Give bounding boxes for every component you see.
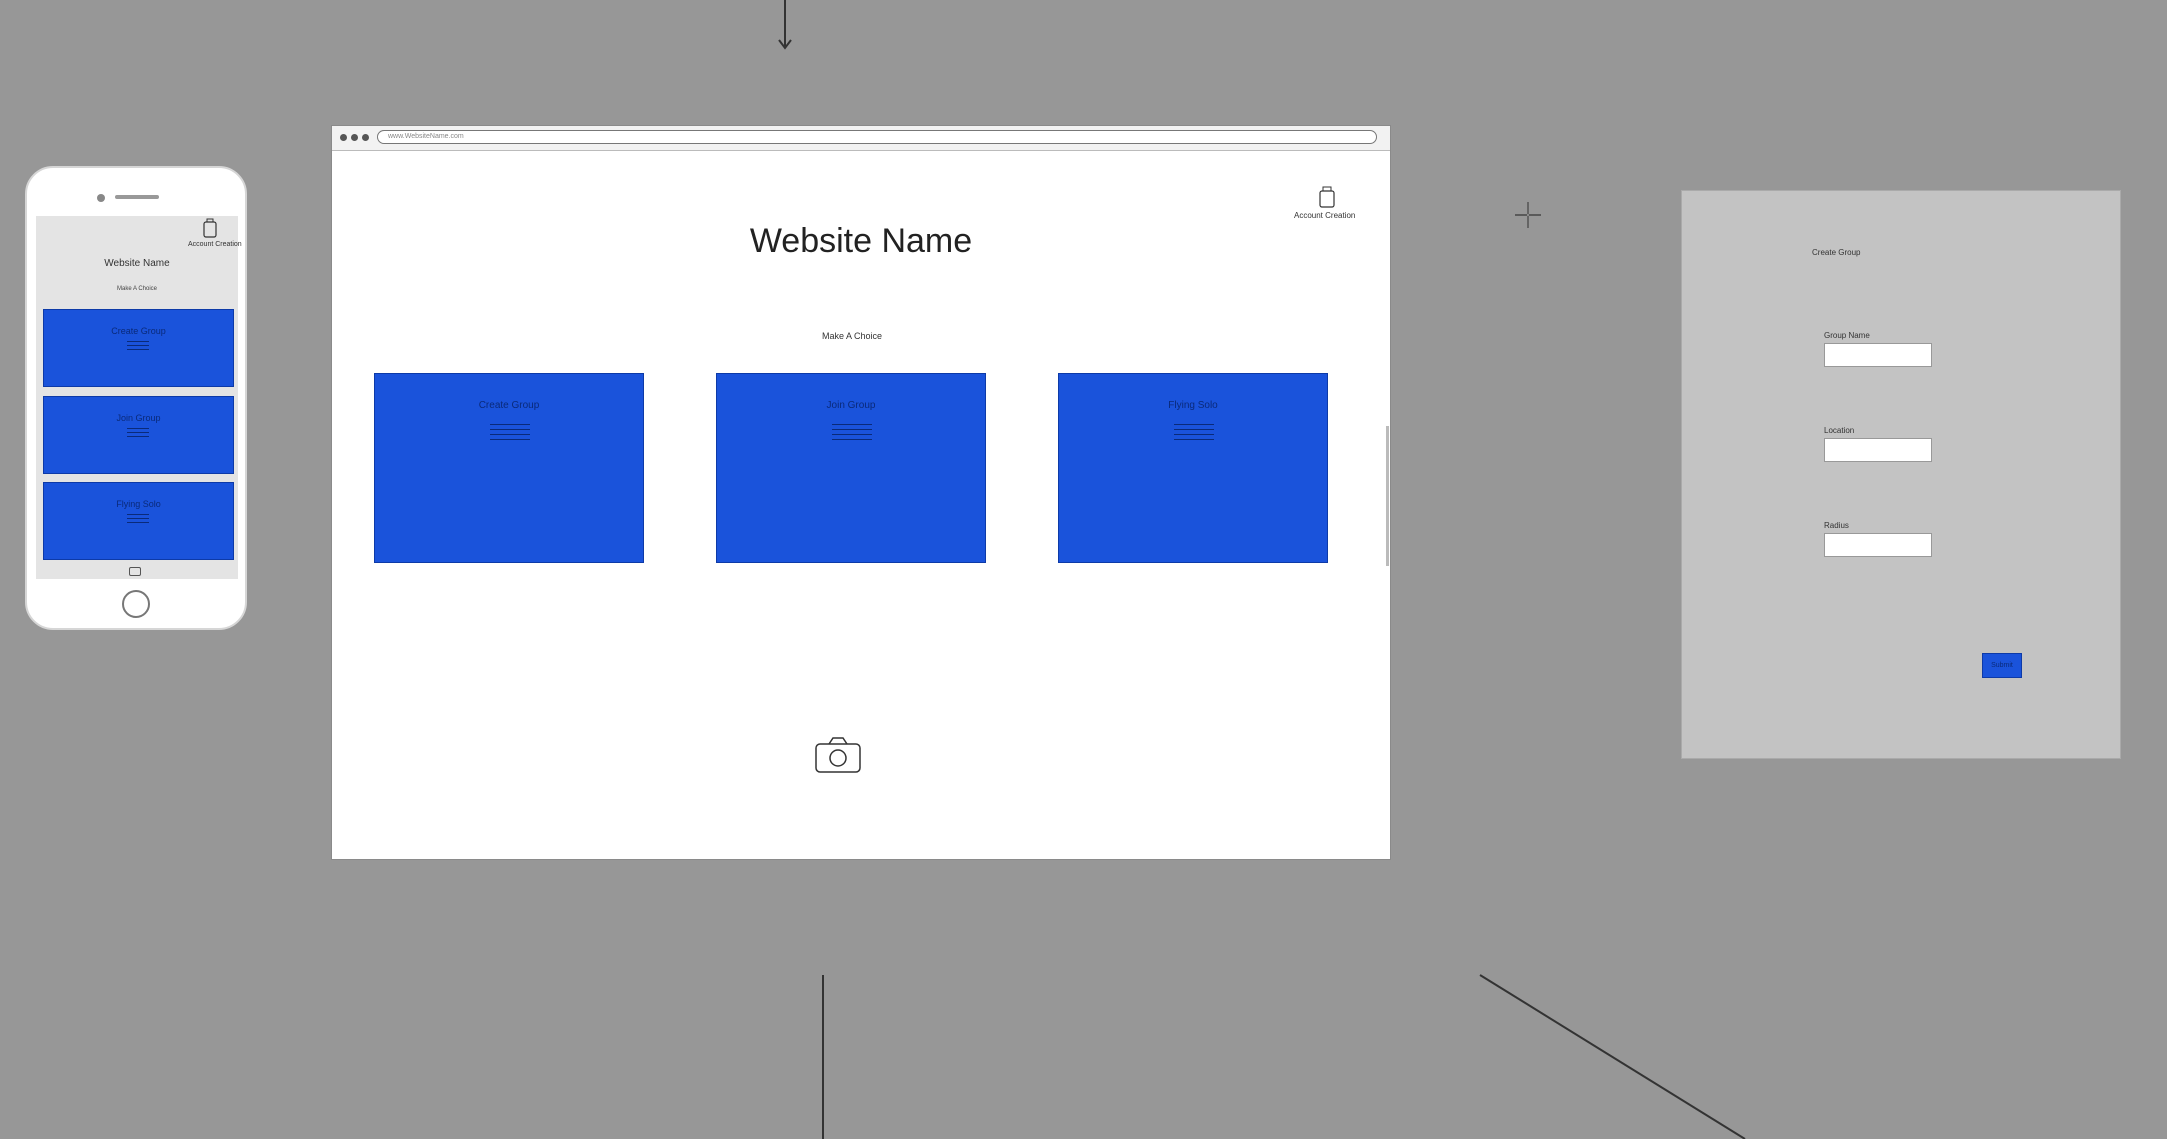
card-join-group[interactable]: Join Group [716,373,986,563]
scrollbar[interactable] [1386,426,1389,566]
group-name-label: Group Name [1824,331,1870,340]
text-lines-icon [490,424,530,444]
card-label: Join Group [826,400,876,411]
window-dot-icon [362,134,369,141]
phone-account-creation-label[interactable]: Account Creation [188,241,242,248]
crosshair-cursor-icon [1515,202,1541,228]
browser-toolbar: www.WebsiteName.com [332,126,1390,151]
card-label: Flying Solo [1168,400,1218,411]
phone-mockup: Account Creation Website Name Make A Cho… [25,166,247,630]
address-bar[interactable]: www.WebsiteName.com [377,130,1377,144]
phone-card-label: Flying Solo [116,499,161,509]
text-lines-icon [127,428,149,440]
card-create-group[interactable]: Create Group [374,373,644,563]
form-title: Create Group [1812,248,1861,257]
phone-home-button[interactable] [122,590,150,618]
submit-button[interactable]: Submit [1982,653,2022,678]
phone-card-label: Join Group [116,413,161,423]
radius-input[interactable] [1824,533,1932,557]
group-name-input[interactable] [1824,343,1932,367]
window-dot-icon [351,134,358,141]
page-subtitle: Make A Choice [821,331,883,341]
phone-speaker [115,195,159,199]
account-creation-link[interactable]: Account Creation [1294,211,1355,220]
phone-card-create-group[interactable]: Create Group [43,309,234,387]
phone-card-label: Create Group [111,326,166,336]
location-label: Location [1824,426,1855,435]
text-lines-icon [127,341,149,353]
text-lines-icon [127,514,149,526]
card-label: Create Group [478,400,540,411]
window-dot-icon [340,134,347,141]
text-lines-icon [832,424,872,444]
camera-icon[interactable] [814,736,862,774]
text-lines-icon [1174,424,1214,444]
create-group-form: Create Group Group Name Location Radius … [1682,191,2120,758]
location-input[interactable] [1824,438,1932,462]
card-flying-solo[interactable]: Flying Solo [1058,373,1328,563]
phone-screen: Account Creation Website Name Make A Cho… [36,216,242,579]
connector-diagonal-line [1479,974,1746,1139]
browser-mockup: www.WebsiteName.com Account Creation Web… [332,126,1390,859]
user-icon[interactable] [1319,186,1335,208]
phone-card-join-group[interactable]: Join Group [43,396,234,474]
phone-card-flying-solo[interactable]: Flying Solo [43,482,234,560]
page-title: Website Name [749,222,973,260]
phone-page-title: Website Name [104,258,170,269]
phone-subtitle: Make A Choice [116,286,158,292]
camera-icon[interactable] [129,567,141,576]
radius-label: Radius [1824,521,1849,530]
user-icon[interactable] [203,218,217,238]
phone-camera-dot [97,194,105,202]
